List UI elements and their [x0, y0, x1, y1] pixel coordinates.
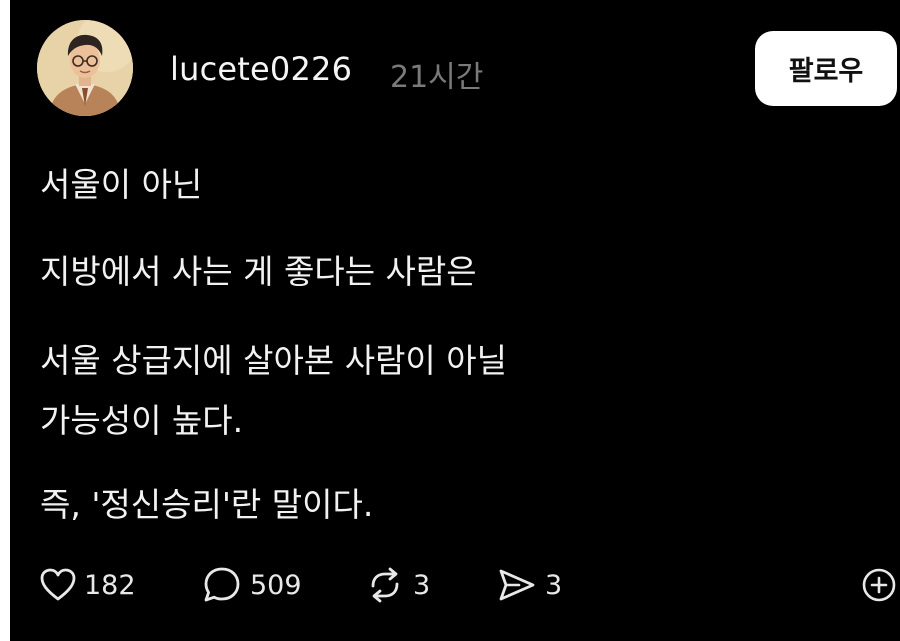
comment-count: 509 — [250, 569, 302, 601]
repost-button[interactable]: 3 — [365, 560, 430, 610]
heart-icon — [40, 568, 76, 602]
timestamp: 21시간 — [390, 60, 484, 95]
thread-post: lucete0226 21시간 팔로우 서울이 아닌 지방에서 사는 게 좋다는… — [10, 0, 900, 641]
follow-button[interactable]: 팔로우 — [755, 31, 897, 106]
send-icon — [497, 566, 537, 604]
post-text-line: 서울이 아닌 — [40, 165, 203, 204]
avatar[interactable] — [37, 20, 133, 116]
comment-bubble-icon — [202, 566, 242, 604]
post-text-line: 서울 상급지에 살아본 사람이 아닐 — [40, 341, 507, 380]
repost-count: 3 — [413, 569, 431, 601]
plus-circle-icon — [860, 568, 898, 608]
like-button[interactable]: 182 — [40, 560, 136, 610]
share-count: 3 — [545, 569, 563, 601]
post-text-line: 가능성이 높다. — [40, 401, 244, 440]
post-text-line: 지방에서 사는 게 좋다는 사람은 — [40, 252, 477, 291]
username[interactable]: lucete0226 — [170, 50, 352, 88]
post-text-line: 즉, '정신승리'란 말이다. — [40, 485, 374, 524]
like-count: 182 — [84, 569, 136, 601]
repost-icon — [365, 566, 405, 604]
comment-button[interactable]: 509 — [202, 560, 302, 610]
action-bar: 182 509 3 3 — [10, 560, 900, 610]
share-button[interactable]: 3 — [497, 560, 562, 610]
more-button[interactable] — [860, 566, 898, 608]
